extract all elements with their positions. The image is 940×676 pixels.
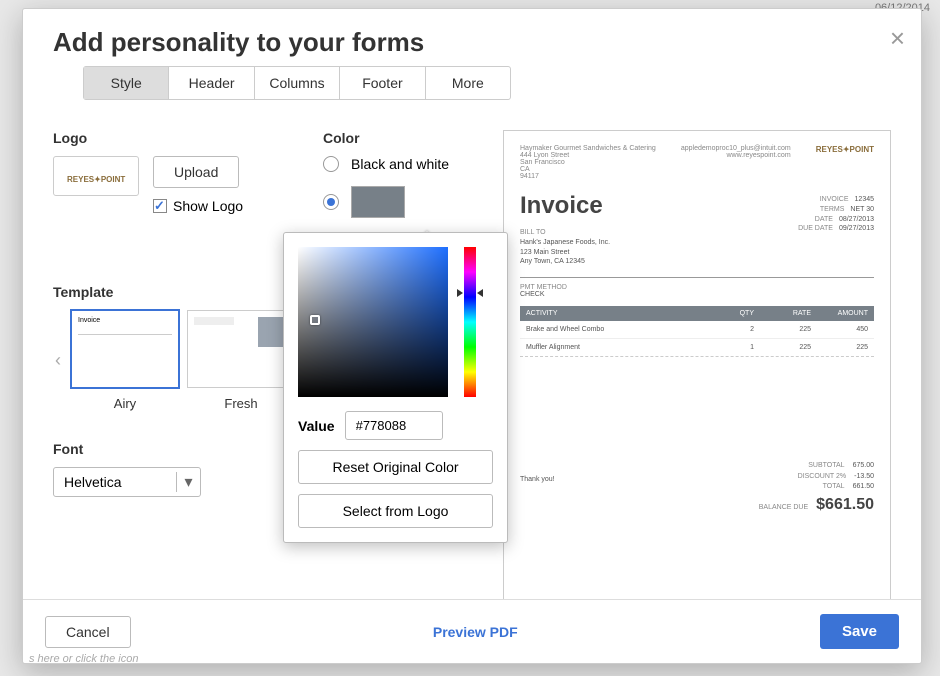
sv-gradient[interactable] <box>298 247 448 397</box>
thank-you: Thank you! <box>520 476 555 483</box>
modal-title: Add personality to your forms <box>53 27 891 58</box>
template-card-airy[interactable]: Invoice <box>71 310 179 388</box>
logo-preview[interactable]: REYES✦POINT <box>53 156 139 196</box>
tab-columns[interactable]: Columns <box>255 67 340 99</box>
show-logo-checkbox[interactable] <box>153 199 167 213</box>
color-value-input[interactable] <box>345 411 443 440</box>
select-from-logo-button[interactable]: Select from Logo <box>298 494 493 528</box>
template-prev-icon[interactable]: ‹ <box>53 350 63 371</box>
modal-dialog: Add personality to your forms × Style He… <box>22 8 922 664</box>
logo-brand-text: REYES✦POINT <box>67 175 125 184</box>
tab-footer-tab[interactable]: Footer <box>340 67 425 99</box>
hue-slider[interactable] <box>464 247 476 397</box>
custom-color-radio[interactable] <box>323 194 339 210</box>
template-card-fresh[interactable] <box>187 310 295 388</box>
show-logo-label: Show Logo <box>173 198 243 214</box>
tab-more[interactable]: More <box>426 67 510 99</box>
hue-cursor-icon[interactable] <box>461 289 479 297</box>
company-name: Haymaker Gourmet Sandwiches & Catering <box>520 145 656 152</box>
invoice-preview: Haymaker Gourmet Sandwiches & Catering 4… <box>503 130 891 599</box>
template-name-0: Airy <box>71 396 179 411</box>
chevron-down-icon: ▾ <box>176 472 200 492</box>
template-name-1: Fresh <box>187 396 295 411</box>
save-button[interactable]: Save <box>820 614 899 649</box>
logo-label: Logo <box>53 130 323 146</box>
reset-color-button[interactable]: Reset Original Color <box>298 450 493 484</box>
table-header: ACTIVITY QTY RATE AMOUNT <box>520 306 874 321</box>
preview-pdf-link[interactable]: Preview PDF <box>433 624 518 640</box>
close-icon[interactable]: × <box>890 25 905 51</box>
bw-label: Black and white <box>351 156 449 172</box>
cancel-button[interactable]: Cancel <box>45 616 131 648</box>
upload-button[interactable]: Upload <box>153 156 239 188</box>
tab-style[interactable]: Style <box>84 67 169 99</box>
table-row: Muffler Alignment 1 225 225 <box>520 339 874 357</box>
table-row: Brake and Wheel Combo 2 225 450 <box>520 321 874 339</box>
color-picker-popover: Value Reset Original Color Select from L… <box>283 232 508 543</box>
bg-hint: s here or click the icon <box>29 653 138 665</box>
color-label: Color <box>323 130 503 146</box>
totals: SUBTOTAL675.00 DISCOUNT 2%-13.50 TOTAL66… <box>736 461 874 517</box>
font-dropdown[interactable]: Helvetica ▾ <box>53 467 201 497</box>
bw-radio[interactable] <box>323 156 339 172</box>
sv-cursor-icon[interactable] <box>310 315 320 325</box>
tabs: Style Header Columns Footer More <box>83 66 511 100</box>
color-swatch[interactable] <box>351 186 405 218</box>
font-value: Helvetica <box>54 474 176 490</box>
color-value-label: Value <box>298 418 335 434</box>
tab-header[interactable]: Header <box>169 67 254 99</box>
